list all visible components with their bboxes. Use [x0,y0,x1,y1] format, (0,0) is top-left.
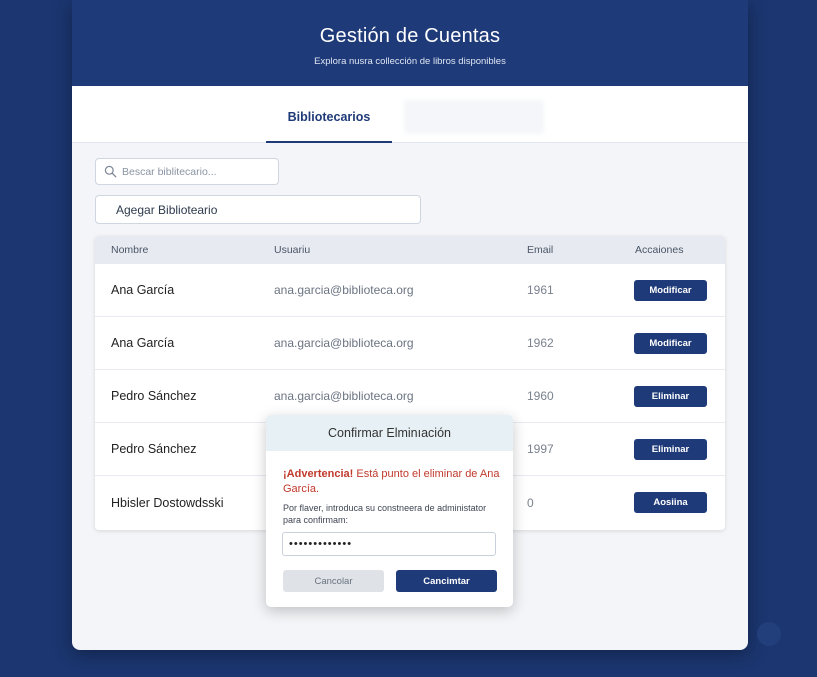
cell-user: ana.garcia@biblioteca.org [274,283,414,297]
table-header: Nombre Usuariu Email Accaiones [95,236,725,264]
tab-bibliotecarios[interactable]: Bibliotecarios [266,86,392,143]
page-title: Gestión de Cuentas [319,25,501,47]
delete-button[interactable]: Eliminar [634,385,707,407]
cell-name: Pedro Sánchez [111,442,197,456]
search-box[interactable] [95,158,279,185]
warning-label: ¡Advertencia! [283,468,354,480]
help-badge-icon[interactable] [757,622,781,646]
add-librarian-button[interactable]: Agegar Biblioteario [95,195,421,224]
table-row: Ana García ana.garcia@biblioteca.org 196… [95,264,725,317]
column-header-actions: Accaiones [635,244,684,256]
delete-button[interactable]: Eliminar [634,438,707,460]
search-input[interactable] [122,165,272,178]
tab-placeholder[interactable] [404,100,544,134]
column-header-user: Usuariu [274,244,311,256]
cell-email: 1960 [527,389,554,403]
page-header: Gestión de Cuentas Explora nusra collecc… [72,0,748,86]
cell-name: Hbisler Dostowdsski [111,495,224,510]
assign-button[interactable]: Aosiina [634,492,707,513]
admin-password-field[interactable] [282,532,496,556]
column-header-name: Nombre [111,244,149,256]
cell-user: ana.garcia@biblioteca.org [274,336,414,350]
modify-button[interactable]: Modificar [634,332,707,354]
cell-email: 1962 [527,336,554,350]
cell-user: ana.garcia@biblioteca.org [274,389,414,403]
column-header-email: Email [527,244,554,256]
cell-email: 1997 [527,442,554,456]
search-icon [104,165,117,178]
modify-button[interactable]: Modificar [634,279,707,301]
warning-message: ¡Advertencia! Está punto el eliminar de … [283,467,503,497]
table-row: Ana García ana.garcia@biblioteca.org 196… [95,317,725,370]
cell-email: 0 [527,495,534,510]
cell-name: Ana García [111,336,175,350]
password-prompt: Por flaver, introduca su constneera de a… [283,503,487,525]
dialog-title: Confirmar Elminıación [266,415,513,451]
cell-name: Pedro Sánchez [111,389,197,403]
confirm-delete-dialog: Confirmar Elminıación ¡Advertencia! Está… [266,415,513,607]
cancel-button[interactable]: Cancolar [283,570,384,592]
cell-email: 1961 [527,283,554,297]
page-subtitle: Explora nusra collección de libros dispo… [314,56,506,67]
tab-bar: Bibliotecarios [72,86,748,143]
confirm-button[interactable]: Cancimtar [396,570,497,592]
cell-name: Ana García [111,283,175,297]
